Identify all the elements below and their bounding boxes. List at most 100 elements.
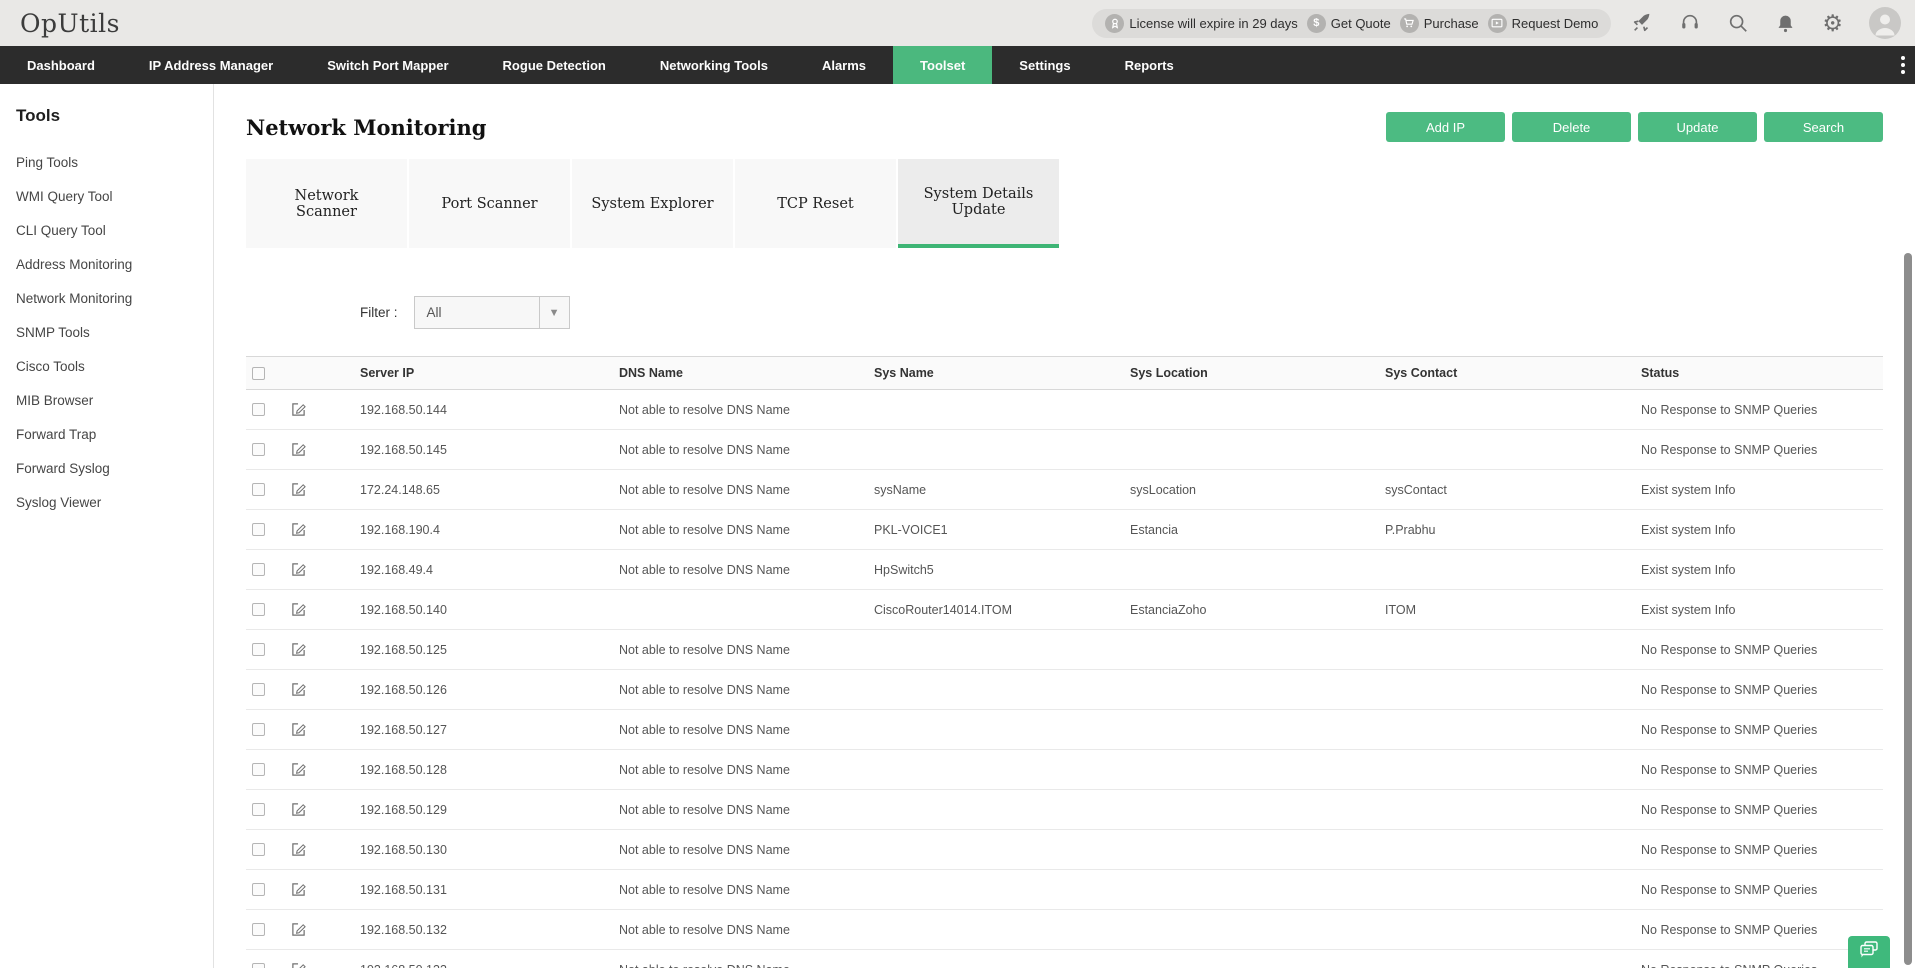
cell-sys-contact: ITOM [1385,603,1641,617]
edit-icon[interactable] [291,962,306,968]
row-checkbox[interactable] [252,603,265,616]
edit-icon[interactable] [291,802,306,817]
edit-icon[interactable] [291,442,306,457]
settings-gear-icon[interactable]: ⚙ [1822,12,1843,35]
select-all-checkbox[interactable] [252,367,265,380]
cell-dns-name: Not able to resolve DNS Name [619,803,874,817]
tab[interactable]: System Details Update [898,159,1059,248]
row-checkbox[interactable] [252,723,265,736]
vertical-scrollbar[interactable] [1904,253,1912,965]
edit-icon[interactable] [291,522,306,537]
nav-item[interactable]: IP Address Manager [122,46,300,84]
user-avatar[interactable] [1869,7,1901,39]
edit-icon[interactable] [291,642,306,657]
cell-status: No Response to SNMP Queries [1641,803,1883,817]
cell-dns-name: Not able to resolve DNS Name [619,763,874,777]
edit-icon[interactable] [291,562,306,577]
support-headset-icon[interactable] [1679,12,1701,34]
cell-server-ip: 192.168.50.129 [360,803,619,817]
cell-status: No Response to SNMP Queries [1641,843,1883,857]
row-checkbox[interactable] [252,403,265,416]
cell-status: No Response to SNMP Queries [1641,403,1883,417]
edit-icon[interactable] [291,682,306,697]
filter-dropdown[interactable]: All ▼ [414,296,570,329]
tab[interactable]: Port Scanner [409,159,570,248]
nav-item[interactable]: Alarms [795,46,893,84]
sidebar-item[interactable]: CLI Query Tool [16,214,203,248]
row-checkbox[interactable] [252,963,265,968]
license-status[interactable]: License will expire in 29 days [1105,14,1297,33]
col-header-sys-location: Sys Location [1130,366,1385,380]
cell-server-ip: 192.168.50.132 [360,923,619,937]
row-checkbox[interactable] [252,563,265,576]
action-button[interactable]: Update [1638,112,1757,142]
cell-status: No Response to SNMP Queries [1641,963,1883,968]
search-icon[interactable] [1727,12,1749,34]
edit-icon[interactable] [291,402,306,417]
row-checkbox[interactable] [252,763,265,776]
sidebar-item[interactable]: Forward Syslog [16,452,203,486]
row-checkbox[interactable] [252,443,265,456]
sidebar-item[interactable]: MIB Browser [16,384,203,418]
table-row: 192.168.50.140 CiscoRouter14014.ITOM Est… [246,590,1883,630]
action-button[interactable]: Add IP [1386,112,1505,142]
edit-icon[interactable] [291,762,306,777]
table-row: 192.168.50.133 Not able to resolve DNS N… [246,950,1883,968]
row-checkbox[interactable] [252,923,265,936]
video-icon [1488,14,1507,33]
get-quote-link[interactable]: $ Get Quote [1307,14,1391,33]
row-checkbox[interactable] [252,803,265,816]
sidebar-list: Ping Tools WMI Query Tool CLI Query Tool… [16,146,203,520]
filter-value: All [415,305,539,320]
sidebar-item[interactable]: Address Monitoring [16,248,203,282]
feedback-chat-button[interactable] [1848,936,1890,968]
edit-icon[interactable] [291,602,306,617]
edit-icon[interactable] [291,842,306,857]
sidebar-item[interactable]: Network Monitoring [16,282,203,316]
rocket-icon[interactable] [1631,12,1653,34]
cell-status: No Response to SNMP Queries [1641,763,1883,777]
sidebar-item[interactable]: Ping Tools [16,146,203,180]
nav-item[interactable]: Settings [992,46,1097,84]
action-button[interactable]: Delete [1512,112,1631,142]
nav-item[interactable]: Rogue Detection [476,46,633,84]
purchase-link[interactable]: Purchase [1400,14,1479,33]
edit-icon[interactable] [291,882,306,897]
cell-server-ip: 192.168.50.126 [360,683,619,697]
row-checkbox[interactable] [252,483,265,496]
table-row: 192.168.50.129 Not able to resolve DNS N… [246,790,1883,830]
tab[interactable]: System Explorer [572,159,733,248]
row-checkbox[interactable] [252,883,265,896]
main-nav: Dashboard IP Address Manager Switch Port… [0,46,1915,84]
sidebar-item[interactable]: Forward Trap [16,418,203,452]
edit-icon[interactable] [291,482,306,497]
table-row: 192.168.50.131 Not able to resolve DNS N… [246,870,1883,910]
action-button[interactable]: Search [1764,112,1883,142]
request-demo-link[interactable]: Request Demo [1488,14,1599,33]
nav-item[interactable]: Toolset [893,46,992,84]
col-header-dns-name: DNS Name [619,366,874,380]
nav-item[interactable]: Dashboard [0,46,122,84]
nav-item[interactable]: Reports [1098,46,1201,84]
row-checkbox[interactable] [252,643,265,656]
row-checkbox[interactable] [252,683,265,696]
cell-server-ip: 192.168.50.127 [360,723,619,737]
row-checkbox[interactable] [252,523,265,536]
nav-item[interactable]: Networking Tools [633,46,795,84]
nav-overflow-kebab-icon[interactable] [1901,46,1905,84]
row-checkbox[interactable] [252,843,265,856]
tab[interactable]: Network Scanner [246,159,407,248]
cell-server-ip: 192.168.50.145 [360,443,619,457]
cell-server-ip: 172.24.148.65 [360,483,619,497]
sidebar-item[interactable]: Syslog Viewer [16,486,203,520]
sidebar-item[interactable]: WMI Query Tool [16,180,203,214]
nav-item[interactable]: Switch Port Mapper [300,46,475,84]
cell-dns-name: Not able to resolve DNS Name [619,883,874,897]
notifications-bell-icon[interactable] [1775,13,1796,34]
edit-icon[interactable] [291,922,306,937]
chevron-down-icon[interactable]: ▼ [539,297,569,328]
edit-icon[interactable] [291,722,306,737]
tab[interactable]: TCP Reset [735,159,896,248]
sidebar-item[interactable]: Cisco Tools [16,350,203,384]
sidebar-item[interactable]: SNMP Tools [16,316,203,350]
